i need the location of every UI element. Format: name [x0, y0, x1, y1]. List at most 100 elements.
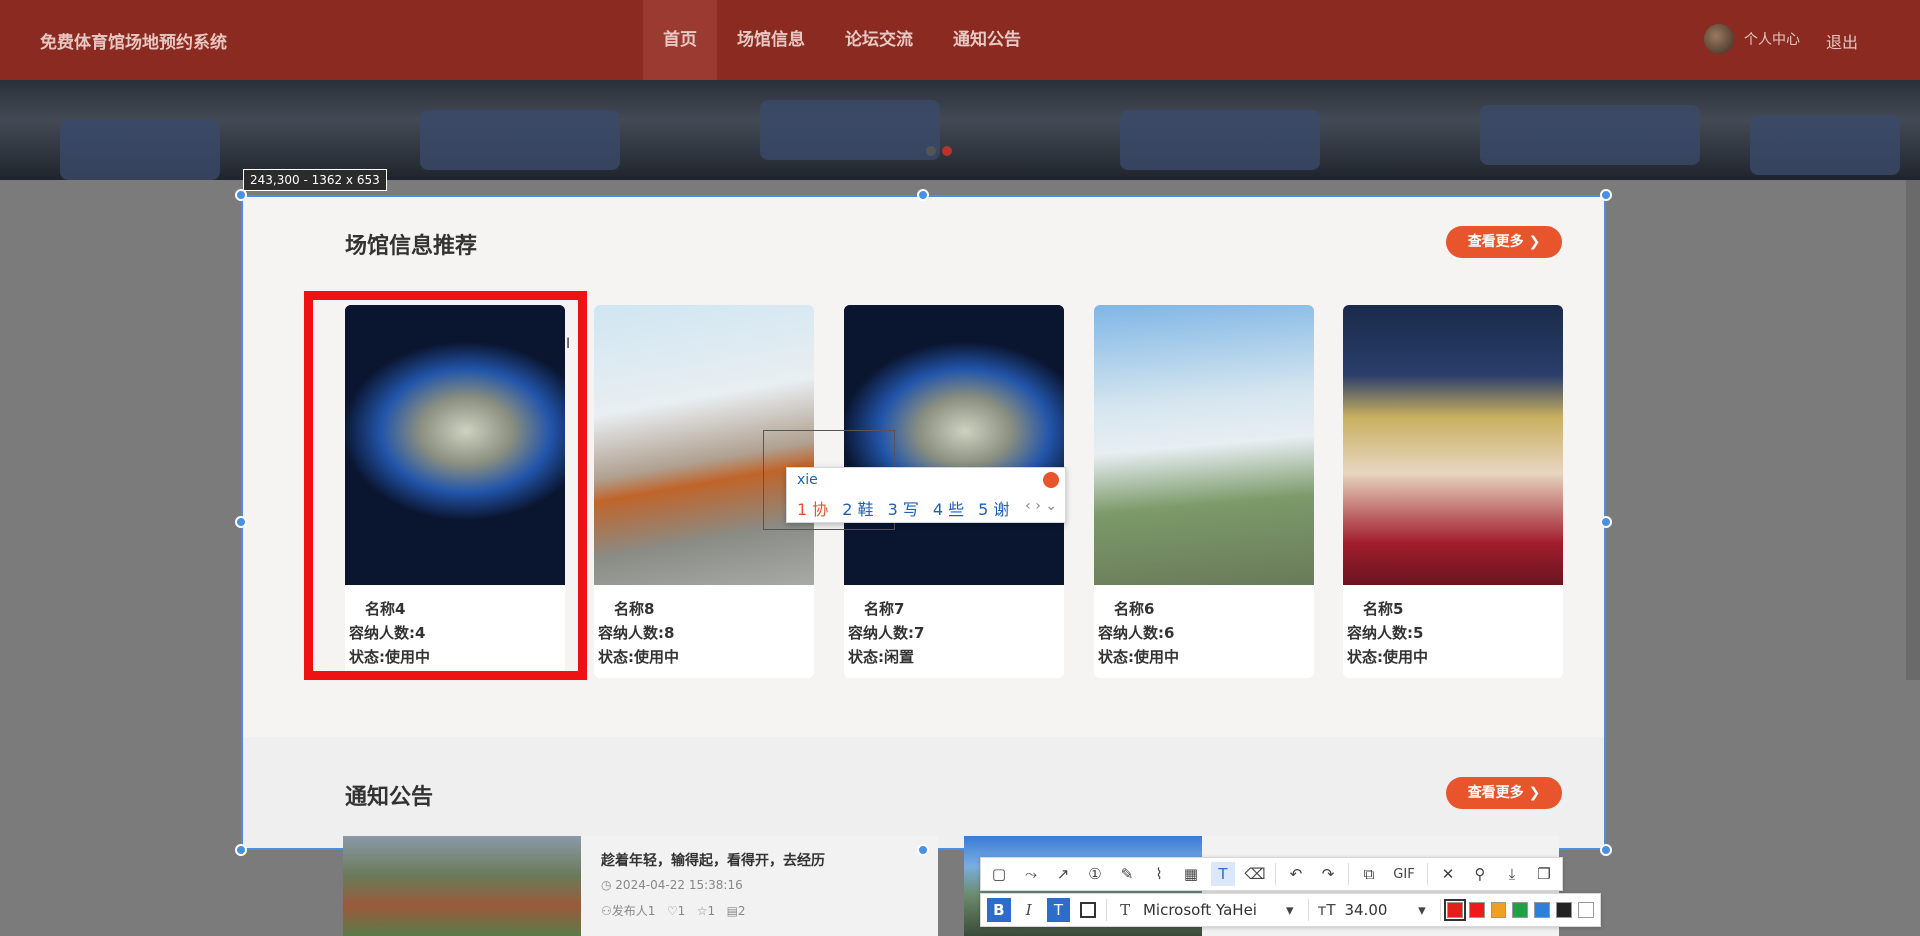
italic-button[interactable]: I — [1017, 898, 1041, 922]
toolbar-divider — [1348, 863, 1349, 885]
hero-carousel — [0, 80, 1920, 180]
ime-candidate[interactable]: 4 些 — [933, 496, 964, 520]
venue-card[interactable]: 名称5 容纳人数:5 状态:使用中 — [1343, 305, 1563, 678]
venue-capacity: 容纳人数:7 — [848, 624, 925, 642]
toolbar-divider — [1307, 899, 1309, 921]
ocr-icon[interactable]: ⧉ — [1357, 862, 1381, 886]
polyline-icon[interactable]: ⤳ — [1019, 862, 1043, 886]
site-brand[interactable]: 免费体育馆场地预约系统 — [40, 28, 227, 53]
venue-capacity: 容纳人数:5 — [1347, 624, 1424, 642]
ime-candidate[interactable]: 1 协 — [797, 496, 828, 520]
text-background-button[interactable] — [1076, 898, 1100, 922]
text-style-toolbar: B I T T Microsoft YaHei ▾ ᴛT 34.00 ▾ — [980, 893, 1601, 927]
ime-page-nav[interactable]: ‹ › ⌄ — [1025, 498, 1057, 514]
resize-handle[interactable] — [235, 844, 247, 856]
text-outline-button[interactable]: T — [1046, 898, 1071, 922]
carousel-dots — [926, 146, 952, 156]
venue-name: 名称8 — [614, 600, 655, 618]
font-icon: T — [1120, 901, 1131, 919]
color-swatch[interactable] — [1468, 902, 1485, 918]
resize-handle[interactable] — [917, 189, 929, 201]
text-icon[interactable]: T — [1211, 862, 1235, 886]
number-icon[interactable]: ① — [1083, 862, 1107, 886]
resize-handle[interactable] — [1600, 189, 1612, 201]
selection-size-badge: 243,300 - 1362 x 653 — [243, 169, 387, 191]
notice-thumbnail[interactable] — [343, 836, 581, 936]
nav-notices[interactable]: 通知公告 — [933, 0, 1041, 80]
resize-handle[interactable] — [1600, 516, 1612, 528]
ime-candidate-popup[interactable]: xie 1 协 2 鞋 3 写 4 些 5 谢 ‹ › ⌄ — [786, 467, 1066, 523]
venue-image — [1094, 305, 1314, 585]
venue-status: 状态:使用中 — [598, 648, 679, 666]
notice-card[interactable]: 趁着年轻，输得起，看得开，去经历 ◷ 2024-04-22 15:38:16 ⚇… — [581, 836, 938, 936]
annotation-red-rectangle[interactable] — [304, 291, 587, 680]
color-swatch[interactable] — [1512, 902, 1529, 918]
resize-handle[interactable] — [235, 189, 247, 201]
capture-toolbar: ▢ ⤳ ↗ ① ✎ ⌇ ▦ T ⌫ ↶ ↷ ⧉ GIF ✕ ⚲ ⤓ ❐ — [980, 857, 1563, 891]
ime-candidate[interactable]: 5 谢 — [978, 496, 1009, 520]
notice-section-title: 通知公告 — [345, 785, 434, 810]
main-nav: 首页 场馆信息 论坛交流 通知公告 — [643, 0, 1041, 80]
close-icon[interactable]: ✕ — [1436, 862, 1460, 886]
ime-candidate[interactable]: 2 鞋 — [842, 496, 873, 520]
carousel-dot[interactable] — [926, 146, 936, 156]
color-swatch[interactable] — [1578, 902, 1594, 918]
copy-icon[interactable]: ❐ — [1532, 862, 1556, 886]
nav-forum[interactable]: 论坛交流 — [825, 0, 933, 80]
carousel-dot-active[interactable] — [942, 146, 952, 156]
nav-venues[interactable]: 场馆信息 — [717, 0, 825, 80]
gif-button[interactable]: GIF — [1389, 862, 1419, 886]
top-navbar: 免费体育馆场地预约系统 首页 场馆信息 论坛交流 通知公告 个人中心 退出 — [0, 0, 1920, 80]
hero-seat-decor — [1120, 110, 1320, 170]
eraser-icon[interactable]: ⌫ — [1243, 862, 1267, 886]
ime-input-text: xie — [797, 472, 818, 488]
chevron-right-icon: ❯ — [1528, 785, 1541, 801]
hero-seat-decor — [60, 120, 220, 180]
logout-link[interactable]: 退出 — [1826, 29, 1858, 53]
chevron-down-icon[interactable]: ▾ — [1410, 898, 1434, 922]
page-scrollbar[interactable] — [1906, 180, 1920, 680]
marker-icon[interactable]: ⌇ — [1147, 862, 1171, 886]
venues-section-title: 场馆信息推荐 — [345, 234, 478, 259]
rectangle-icon[interactable]: ▢ — [987, 862, 1011, 886]
hero-seat-decor — [1750, 115, 1900, 175]
user-center-link[interactable]: 个人中心 — [1704, 24, 1800, 54]
venue-name: 名称5 — [1363, 600, 1404, 618]
color-swatch-selected[interactable] — [1443, 899, 1466, 921]
chevron-down-icon[interactable]: ▾ — [1278, 898, 1302, 922]
resize-handle[interactable] — [235, 516, 247, 528]
venue-capacity: 容纳人数:8 — [598, 624, 675, 642]
ime-candidate[interactable]: 3 写 — [888, 496, 919, 520]
color-swatch[interactable] — [1556, 902, 1573, 918]
star-icon: ☆ — [696, 904, 708, 918]
pen-icon[interactable]: ✎ — [1115, 862, 1139, 886]
color-swatch[interactable] — [1490, 902, 1507, 918]
chevron-right-icon: ❯ — [1528, 234, 1541, 250]
notice-date: ◷ 2024-04-22 15:38:16 — [601, 878, 743, 892]
notice-title[interactable]: 趁着年轻，输得起，看得开，去经历 — [601, 850, 825, 870]
font-family-select[interactable]: Microsoft YaHei — [1143, 901, 1272, 919]
toolbar-divider — [1439, 899, 1441, 921]
notice-more-button[interactable]: 查看更多 ❯ — [1446, 777, 1562, 809]
avatar — [1704, 24, 1734, 54]
redo-icon[interactable]: ↷ — [1316, 862, 1340, 886]
venue-card[interactable]: 名称6 容纳人数:6 状态:使用中 — [1094, 305, 1314, 678]
notice-section-bg — [243, 737, 1604, 848]
font-size-select[interactable]: 34.00 — [1344, 901, 1404, 919]
mosaic-icon[interactable]: ▦ — [1179, 862, 1203, 886]
hero-seat-decor — [420, 110, 620, 170]
undo-icon[interactable]: ↶ — [1284, 862, 1308, 886]
hero-seat-decor — [760, 100, 940, 160]
nav-home[interactable]: 首页 — [643, 0, 717, 80]
resize-handle[interactable] — [917, 844, 929, 856]
download-icon[interactable]: ⤓ — [1500, 862, 1524, 886]
bold-button[interactable]: B — [987, 898, 1011, 922]
resize-handle[interactable] — [1600, 844, 1612, 856]
pin-icon[interactable]: ⚲ — [1468, 862, 1492, 886]
notice-more-label: 查看更多 — [1467, 785, 1524, 801]
venue-capacity: 容纳人数:6 — [1098, 624, 1175, 642]
venues-more-button[interactable]: 查看更多 ❯ — [1446, 226, 1562, 258]
color-swatch[interactable] — [1534, 902, 1551, 918]
ime-skin-icon[interactable] — [1043, 472, 1059, 488]
arrow-icon[interactable]: ↗ — [1051, 862, 1075, 886]
